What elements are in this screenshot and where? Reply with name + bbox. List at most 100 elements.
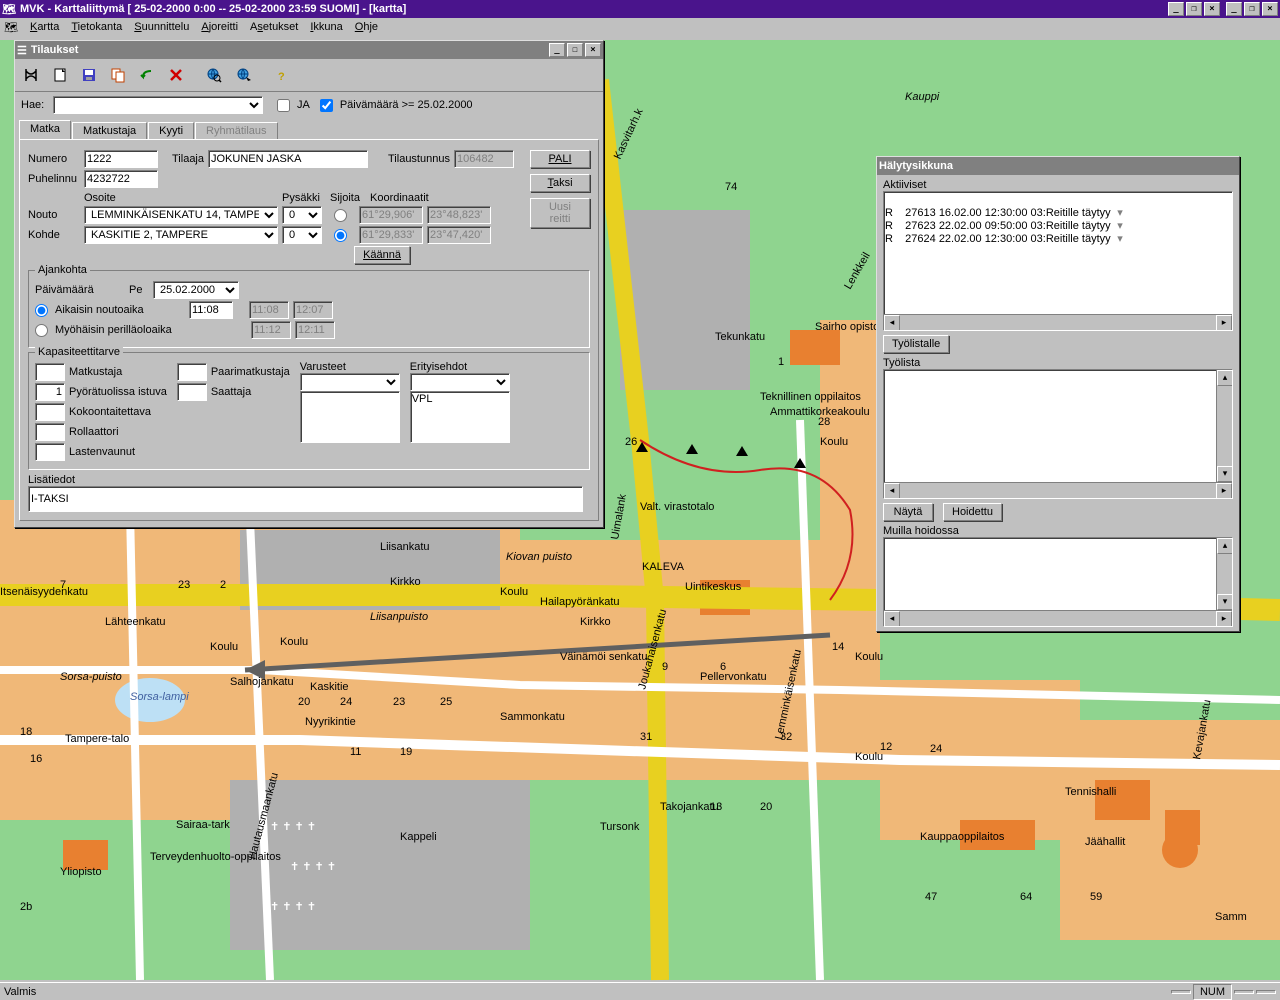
- scrollbar-v[interactable]: ▴▾: [1216, 538, 1232, 610]
- varusteet-list[interactable]: [300, 391, 400, 443]
- delete-button[interactable]: [164, 63, 188, 87]
- svg-text:✝ ✝ ✝ ✝: ✝ ✝ ✝ ✝: [270, 821, 316, 833]
- rolla-input[interactable]: [35, 423, 65, 441]
- menu-suunnittelu[interactable]: Suunnittelu: [134, 21, 189, 33]
- aikaisin-radio[interactable]: [35, 304, 48, 317]
- mdi-close-button[interactable]: ×: [1204, 2, 1220, 16]
- saattaja-input[interactable]: [177, 383, 207, 401]
- tab-matka[interactable]: Matka: [19, 120, 71, 139]
- help-button[interactable]: ?: [270, 63, 294, 87]
- app-minimize-button[interactable]: _: [1226, 2, 1242, 16]
- scrollbar-h[interactable]: ◂▸: [884, 610, 1232, 626]
- pyora-input[interactable]: [35, 383, 65, 401]
- nouto-label: Nouto: [28, 209, 80, 221]
- mdi-restore-button[interactable]: ❐: [1186, 2, 1202, 16]
- ja-checkbox[interactable]: [277, 99, 290, 112]
- svg-text:Liisankatu: Liisankatu: [380, 541, 430, 553]
- erityis-list[interactable]: VPL: [410, 391, 510, 443]
- kohde-y: [427, 226, 491, 244]
- menu-ikkuna[interactable]: Ikkuna: [310, 21, 342, 33]
- kohde-sijoita-radio[interactable]: [334, 229, 347, 242]
- koko-input[interactable]: [35, 403, 65, 421]
- copy-button[interactable]: [106, 63, 130, 87]
- tab-kyyti[interactable]: Kyyti: [148, 122, 194, 139]
- orders-close-button[interactable]: ×: [585, 43, 601, 57]
- list-item[interactable]: R 27624 22.02.00 12:30:00 03:Reitille tä…: [885, 233, 1111, 245]
- myohaisin-radio[interactable]: [35, 324, 48, 337]
- matkustaja-input[interactable]: [35, 363, 65, 381]
- nouto-addr-combo[interactable]: LEMMINKÄISENKATU 14, TAMPERE: [84, 206, 278, 224]
- orders-maximize-button[interactable]: ☐: [567, 43, 583, 57]
- svg-text:2: 2: [220, 579, 226, 591]
- pysakki-header: Pysäkki: [282, 192, 326, 204]
- svg-text:47: 47: [925, 891, 937, 903]
- scrollbar-h[interactable]: ◂▸: [884, 482, 1232, 498]
- mdi-icon[interactable]: 🗺: [4, 21, 18, 34]
- orders-titlebar[interactable]: ☰ Tilaukset _ ☐ ×: [15, 41, 603, 59]
- date-filter-checkbox[interactable]: [320, 99, 333, 112]
- puhelinnu-input[interactable]: [84, 170, 158, 188]
- scrollbar-h[interactable]: ◂▸: [884, 314, 1232, 330]
- search-combo[interactable]: [53, 96, 263, 114]
- menu-ohje[interactable]: Ohje: [355, 21, 378, 33]
- aktiiviset-list[interactable]: R 27613 16.02.00 12:30:00 03:Reitille tä…: [883, 191, 1233, 331]
- svg-text:Kauppaoppilaitos: Kauppaoppilaitos: [920, 831, 1005, 843]
- undo-button[interactable]: [135, 63, 159, 87]
- muilla-list[interactable]: ▴▾ ◂▸: [883, 537, 1233, 627]
- aktiiviset-label: Aktiiviset: [883, 179, 1233, 191]
- varusteet-combo[interactable]: [300, 373, 400, 391]
- tyolistalle-button[interactable]: Työlistalle: [883, 335, 949, 353]
- menu-tietokanta[interactable]: Tietokanta: [71, 21, 122, 33]
- tilaaja-input[interactable]: [208, 150, 368, 168]
- nouto-pys-combo[interactable]: 0: [282, 206, 322, 224]
- scrollbar-v[interactable]: ▴▾: [1216, 370, 1232, 482]
- alert-titlebar[interactable]: Hälytysikkuna: [877, 157, 1239, 175]
- app-close-button[interactable]: ×: [1262, 2, 1278, 16]
- new-button[interactable]: [48, 63, 72, 87]
- app-restore-button[interactable]: ❐: [1244, 2, 1260, 16]
- tyolista-list[interactable]: ▴▾ ◂▸: [883, 369, 1233, 499]
- svg-text:KALEVA: KALEVA: [642, 561, 685, 573]
- kaanna-button[interactable]: Käännä: [354, 246, 410, 264]
- list-item[interactable]: R 27613 16.02.00 12:30:00 03:Reitille tä…: [885, 207, 1111, 219]
- myohaisin-label: Myöhäisin perilläoloaika: [55, 324, 185, 336]
- pali-button[interactable]: PALI: [530, 150, 590, 168]
- hoidettu-button[interactable]: Hoidettu: [943, 503, 1002, 521]
- menu-kartta[interactable]: Kartta: [30, 21, 59, 33]
- globe-goto-button[interactable]: [232, 63, 256, 87]
- nayta-button[interactable]: Näytä: [883, 503, 933, 521]
- svg-text:24: 24: [930, 743, 942, 755]
- menu-ajoreitti[interactable]: Ajoreitti: [201, 21, 238, 33]
- aikaisin-input[interactable]: [189, 301, 233, 319]
- erityis-combo[interactable]: [410, 373, 510, 391]
- lisatiedot-input[interactable]: [28, 486, 583, 512]
- svg-text:1: 1: [778, 356, 784, 368]
- mdi-minimize-button[interactable]: _: [1168, 2, 1184, 16]
- lasten-input[interactable]: [35, 443, 65, 461]
- tab-matkustaja[interactable]: Matkustaja: [72, 122, 147, 139]
- numero-input[interactable]: [84, 150, 158, 168]
- orders-icon: ☰: [17, 44, 27, 57]
- svg-text:Sairho opisto: Sairho opisto: [815, 321, 879, 333]
- pvm-combo[interactable]: 25.02.2000: [153, 281, 239, 299]
- koko-label: Kokoontaitettava: [69, 406, 151, 418]
- menu-asetukset[interactable]: Asetukset: [250, 21, 298, 33]
- orders-toolbar: ?: [15, 59, 603, 92]
- svg-text:Sorsa-puisto: Sorsa-puisto: [60, 671, 122, 683]
- paari-input[interactable]: [177, 363, 207, 381]
- svg-text:Samm: Samm: [1215, 911, 1247, 923]
- nouto-sijoita-radio[interactable]: [334, 209, 347, 222]
- kohde-pys-combo[interactable]: 0: [282, 226, 322, 244]
- save-button[interactable]: [77, 63, 101, 87]
- globe-search-button[interactable]: [202, 63, 226, 87]
- tilaustunnus-input: [454, 150, 514, 168]
- orders-minimize-button[interactable]: _: [549, 43, 565, 57]
- kohde-addr-combo[interactable]: KASKITIE 2, TAMPERE: [84, 226, 278, 244]
- list-item[interactable]: R 27623 22.02.00 09:50:00 03:Reitille tä…: [885, 220, 1111, 232]
- svg-text:Koulu: Koulu: [210, 641, 238, 653]
- menubar: 🗺 Kartta Tietokanta Suunnittelu Ajoreitt…: [0, 18, 1280, 36]
- taksi-button[interactable]: Taksi: [530, 174, 590, 192]
- svg-text:74: 74: [725, 181, 737, 193]
- svg-text:Sairaa-tark: Sairaa-tark: [176, 819, 230, 831]
- find-button[interactable]: [19, 63, 43, 87]
